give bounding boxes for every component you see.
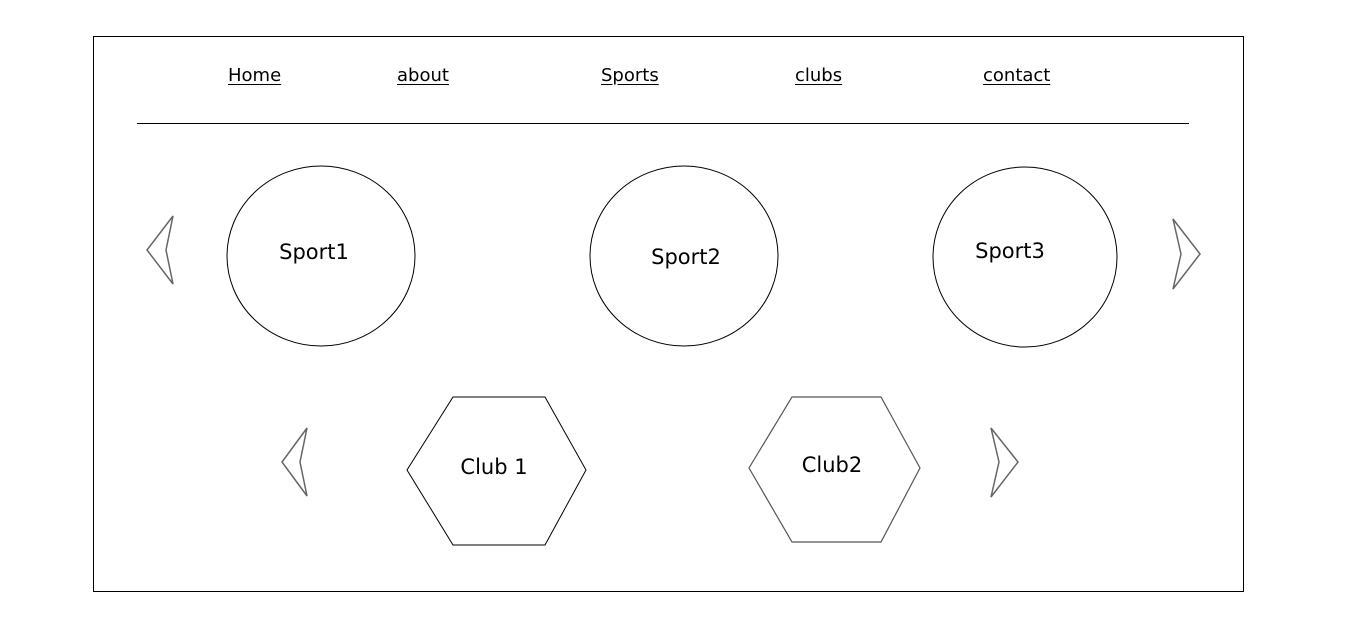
chevron-right-icon[interactable] (1172, 218, 1201, 290)
club2-label: Club2 (801, 453, 863, 477)
sport1-label: Sport1 (279, 240, 349, 264)
chevron-left-icon[interactable] (146, 215, 174, 285)
carousel-shapes (146, 165, 1201, 546)
chevron-left-icon[interactable] (281, 427, 308, 497)
club1-label: Club 1 (460, 455, 528, 479)
chevron-right-icon[interactable] (990, 427, 1019, 498)
sport2-label: Sport2 (651, 245, 721, 269)
sport3-label: Sport3 (975, 239, 1045, 263)
